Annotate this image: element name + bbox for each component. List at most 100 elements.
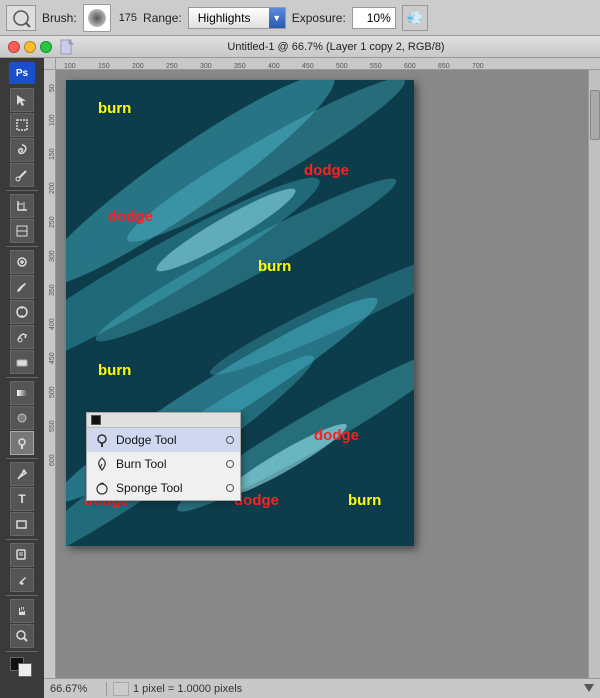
svg-text:450: 450 <box>302 63 314 70</box>
svg-text:400: 400 <box>268 63 280 70</box>
exposure-label: Exposure: <box>292 11 346 25</box>
menu-item-dodge[interactable]: Dodge Tool <box>87 428 240 452</box>
vertical-scrollbar[interactable] <box>588 70 600 686</box>
tool-gradient[interactable] <box>10 381 34 405</box>
ruler-left: 50 100 150 200 250 300 350 400 450 500 5… <box>44 70 56 698</box>
ruler-corner <box>44 58 56 70</box>
svg-text:700: 700 <box>472 63 484 70</box>
status-info: 1 pixel = 1.0000 pixels <box>133 683 580 695</box>
exposure-input[interactable] <box>352 7 396 29</box>
menu-item-dodge-label: Dodge Tool <box>116 433 177 447</box>
close-button[interactable] <box>8 41 20 53</box>
tool-zoom[interactable] <box>10 624 34 648</box>
maximize-button[interactable] <box>40 41 52 53</box>
vertical-scroll-thumb[interactable] <box>590 90 600 140</box>
dodge-tool-icon[interactable] <box>6 5 36 31</box>
menu-item-burn-label: Burn Tool <box>116 457 166 471</box>
tool-marquee[interactable] <box>10 113 34 137</box>
canvas-label-burn-3: burn <box>98 362 131 379</box>
sponge-tool-shortcut-dot <box>226 484 234 492</box>
svg-text:550: 550 <box>49 420 56 432</box>
brush-label: Brush: <box>42 11 77 25</box>
svg-text:100: 100 <box>49 114 56 126</box>
window-controls <box>8 41 52 53</box>
menu-item-sponge-label: Sponge Tool <box>116 481 183 495</box>
tool-arrow[interactable] <box>10 88 34 112</box>
status-arrow-icon[interactable] <box>584 684 594 694</box>
window-title: Untitled-1 @ 66.7% (Layer 1 copy 2, RGB/… <box>80 41 592 53</box>
canvas-label-dodge-3: dodge <box>314 427 359 444</box>
svg-text:500: 500 <box>336 63 348 70</box>
minimize-button[interactable] <box>24 41 36 53</box>
svg-text:450: 450 <box>49 352 56 364</box>
dodge-tool-menu-icon <box>93 431 111 449</box>
svg-text:150: 150 <box>98 63 110 70</box>
status-bar: 66.67% 1 pixel = 1.0000 pixels <box>44 678 600 698</box>
tool-pen[interactable] <box>10 462 34 486</box>
canvas-label-burn-4: burn <box>348 492 381 509</box>
range-wrapper: Highlights Midtones Shadows ▼ <box>188 7 286 29</box>
menu-item-sponge[interactable]: Sponge Tool <box>87 476 240 500</box>
status-divider <box>106 682 107 696</box>
tool-history-brush[interactable] <box>10 325 34 349</box>
context-menu-header <box>87 413 240 428</box>
svg-text:150: 150 <box>49 148 56 160</box>
ps-logo: Ps <box>9 62 35 84</box>
ruler-top: 100 150 200 250 300 350 400 450 500 550 … <box>56 58 600 70</box>
photoshop-window: Untitled-1 @ 66.7% (Layer 1 copy 2, RGB/… <box>0 36 600 698</box>
dropdown-arrow-icon: ▼ <box>269 8 285 28</box>
burn-tool-menu-icon <box>93 455 111 473</box>
svg-text:350: 350 <box>234 63 246 70</box>
tool-eyedropper[interactable] <box>10 568 34 592</box>
canvas-label-dodge-1: dodge <box>304 162 349 179</box>
tool-eraser[interactable] <box>10 350 34 374</box>
svg-text:200: 200 <box>49 182 56 194</box>
canvas-label-burn-1: burn <box>98 100 131 117</box>
svg-text:300: 300 <box>49 250 56 262</box>
svg-text:250: 250 <box>49 216 56 228</box>
dodge-tool-shortcut-dot <box>226 436 234 444</box>
context-menu: Dodge Tool Burn Tool Sponge Tool <box>86 412 241 501</box>
status-icon <box>113 682 129 696</box>
svg-text:600: 600 <box>404 63 416 70</box>
tool-blur[interactable] <box>10 406 34 430</box>
tool-lasso[interactable] <box>10 138 34 162</box>
svg-text:300: 300 <box>200 63 212 70</box>
tool-crop[interactable] <box>10 194 34 218</box>
black-square-icon <box>91 415 101 425</box>
svg-text:100: 100 <box>64 63 76 70</box>
tool-brush[interactable] <box>10 275 34 299</box>
tool-slice[interactable] <box>10 219 34 243</box>
burn-tool-shortcut-dot <box>226 460 234 468</box>
tool-notes[interactable] <box>10 543 34 567</box>
svg-text:200: 200 <box>132 63 144 70</box>
range-label: Range: <box>143 11 182 25</box>
canvas-label-burn-2: burn <box>258 258 291 275</box>
svg-text:500: 500 <box>49 386 56 398</box>
svg-text:400: 400 <box>49 318 56 330</box>
tool-dodge[interactable] <box>10 431 34 455</box>
sponge-tool-menu-icon <box>93 479 111 497</box>
svg-text:50: 50 <box>49 84 56 92</box>
svg-text:250: 250 <box>166 63 178 70</box>
tool-clone-stamp[interactable] <box>10 300 34 324</box>
tool-shape[interactable] <box>10 512 34 536</box>
svg-text:600: 600 <box>49 454 56 466</box>
zoom-level: 66.67% <box>50 683 100 695</box>
brush-size: 175 <box>119 12 137 24</box>
svg-text:650: 650 <box>438 63 450 70</box>
tool-magic-wand[interactable] <box>10 163 34 187</box>
menu-item-burn[interactable]: Burn Tool <box>87 452 240 476</box>
tool-hand[interactable] <box>10 599 34 623</box>
main-area: Ps <box>0 58 600 698</box>
svg-text:550: 550 <box>370 63 382 70</box>
color-swatches[interactable] <box>10 657 34 679</box>
top-toolbar: Brush: 175 Range: Highlights Midtones Sh… <box>0 0 600 36</box>
tool-text[interactable]: T <box>10 487 34 511</box>
canvas-label-dodge-2: dodge <box>108 208 153 225</box>
tool-healing[interactable] <box>10 250 34 274</box>
airbrush-button[interactable]: 💨 <box>402 5 428 31</box>
canvas-area[interactable]: 100 150 200 250 300 350 400 450 500 550 … <box>44 58 600 698</box>
svg-text:350: 350 <box>49 284 56 296</box>
brush-preview[interactable] <box>83 4 111 32</box>
